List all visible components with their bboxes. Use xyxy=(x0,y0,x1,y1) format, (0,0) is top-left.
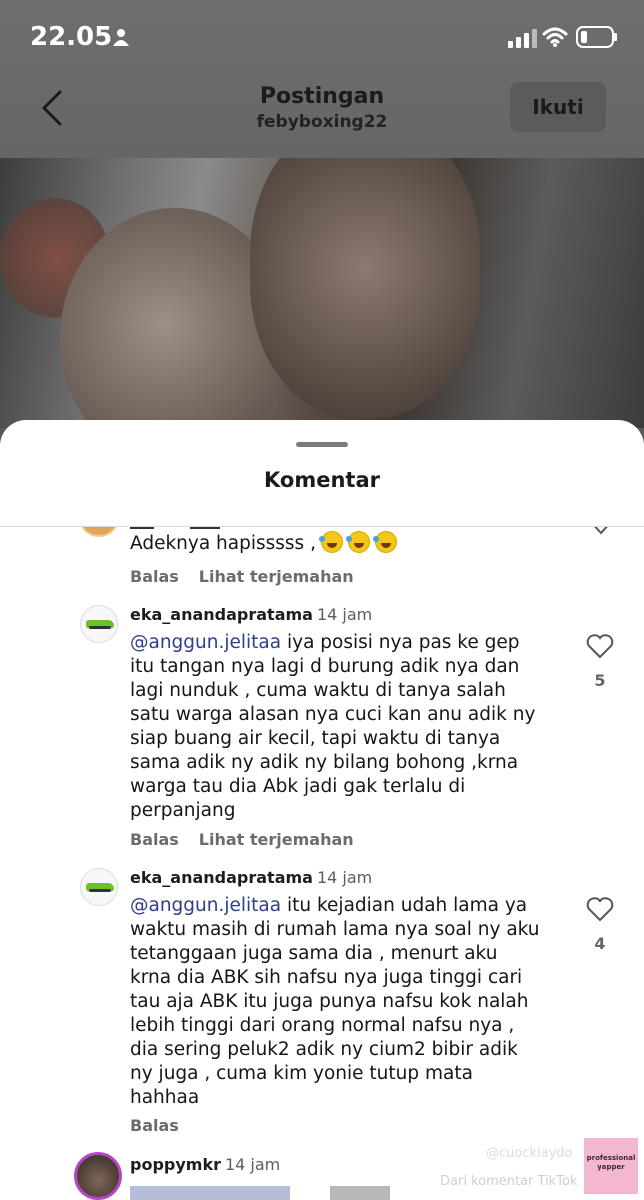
comment-time: 14 jam xyxy=(316,868,373,887)
laughing-emoji-icon xyxy=(372,531,397,553)
comment-actions: Balas Lihat terjemahan xyxy=(130,830,374,849)
laughing-emoji-icon xyxy=(318,531,343,553)
comment-actions: Balas xyxy=(130,1116,199,1135)
sheet-grabber[interactable] xyxy=(296,442,348,447)
avatar[interactable] xyxy=(74,1152,122,1200)
comment-actions: Balas Lihat terjemahan xyxy=(130,567,374,586)
reply-button[interactable]: Balas xyxy=(130,567,179,586)
status-time: 22.05 xyxy=(30,22,113,52)
comment-line: itu tangan nya lagi d burung adik nya da… xyxy=(130,656,520,677)
heart-icon[interactable] xyxy=(586,896,614,922)
comment-line: hahhaa xyxy=(130,1087,200,1108)
wifi-icon xyxy=(542,27,568,47)
avatar[interactable] xyxy=(80,605,118,643)
watermark-badge: professional yapper xyxy=(584,1138,638,1194)
laughing-emoji-icon xyxy=(345,531,370,553)
comment-text: @anggun.jelitaa iya posisi nya pas ke ge… xyxy=(130,631,570,823)
comment-line: satu warga alasan nya cuci kan anu adik … xyxy=(130,704,536,725)
like-count: 4 xyxy=(594,934,606,953)
comment-list[interactable]: Adeknya hapisssss , Balas Lihat terjemaha… xyxy=(0,527,644,1200)
comment-text: Adeknya hapisssss , xyxy=(130,531,570,556)
comment-line: tau aja ABK itu juga punya nafsu kok nal… xyxy=(130,991,529,1012)
comment-line: itu kejadian udah lama ya xyxy=(287,895,528,916)
follow-button[interactable]: Ikuti xyxy=(510,82,606,132)
post-image xyxy=(0,158,644,428)
see-translation-button[interactable]: Lihat terjemahan xyxy=(199,567,354,586)
car-image xyxy=(86,620,114,629)
comment-username[interactable]: eka_anandapratama 14 jam xyxy=(130,605,372,624)
mention-link[interactable]: @anggun.jelitaa xyxy=(130,632,281,653)
reply-button[interactable]: Balas xyxy=(130,830,179,849)
comment-line: lebih tinggi dari orang normal nafsu nya… xyxy=(130,1015,515,1036)
comment-time: 14 jam xyxy=(224,1155,281,1174)
comment-line: ny juga , cuma kim yonie tutup mata xyxy=(130,1063,473,1084)
see-translation-button[interactable]: Lihat terjemahan xyxy=(199,830,354,849)
comment-username[interactable]: poppymkr 14 jam xyxy=(130,1155,280,1174)
comment-username[interactable]: eka_anandapratama 14 jam xyxy=(130,868,372,887)
comment-line: iya posisi nya pas ke gep xyxy=(287,632,520,653)
comment-line: warga tau dia Abk jadi gak terlalu di xyxy=(130,776,466,797)
avatar[interactable] xyxy=(80,868,118,906)
comment-time: 14 jam xyxy=(316,605,373,624)
username[interactable]: poppymkr xyxy=(130,1155,221,1174)
battery-icon xyxy=(576,26,617,48)
avatar[interactable] xyxy=(80,527,118,537)
status-bar: 22.05 xyxy=(0,0,644,74)
comment-text: @anggun.jelitaa itu kejadian udah lama y… xyxy=(130,894,570,1110)
comments-sheet: Komentar Adeknya hapisssss , Balas Lihat … xyxy=(0,420,644,1200)
comment-body: Adeknya hapisssss , xyxy=(130,533,316,554)
comment-line: dia sering peluk2 adik ny cium2 bibir ad… xyxy=(130,1039,518,1060)
car-image xyxy=(86,883,114,892)
mention-link[interactable]: @anggun.jelitaa xyxy=(130,895,281,916)
comment-line: lagi nunduk , cuma waktu di tanya salah xyxy=(130,680,506,701)
like-count: 5 xyxy=(594,671,606,690)
comment-line: perpanjang xyxy=(130,800,236,821)
clipped-text xyxy=(130,527,530,529)
username[interactable]: eka_anandapratama xyxy=(130,868,313,887)
comment-line: siap buang air kecil, tapi waktu di tany… xyxy=(130,728,501,749)
heart-icon[interactable] xyxy=(588,527,614,535)
reply-button[interactable]: Balas xyxy=(130,1116,179,1135)
photo-subject-right xyxy=(250,158,480,418)
comment-line: krna dia ABK sih nafsu nya juga tinggi c… xyxy=(130,967,523,988)
person-icon xyxy=(113,29,129,46)
top-bar: 22.05 Postingan febyboxing22 Ikuti xyxy=(0,0,644,158)
username[interactable]: eka_anandapratama xyxy=(130,605,313,624)
sheet-title: Komentar xyxy=(264,468,380,492)
cellular-signal-icon xyxy=(508,29,537,48)
comment-line: sama adik ny adik ny bilang bohong ,krna xyxy=(130,752,519,773)
heart-icon[interactable] xyxy=(586,633,614,659)
watermark-handle: @cuocklaydo xyxy=(486,1146,573,1161)
watermark-caption: Dari komentar TikTok xyxy=(440,1174,578,1189)
comment-line: tetanggaan juga sama dia , menurt aku xyxy=(130,943,498,964)
comment-line: waktu masih di rumah lama nya soal ny ak… xyxy=(130,919,540,940)
